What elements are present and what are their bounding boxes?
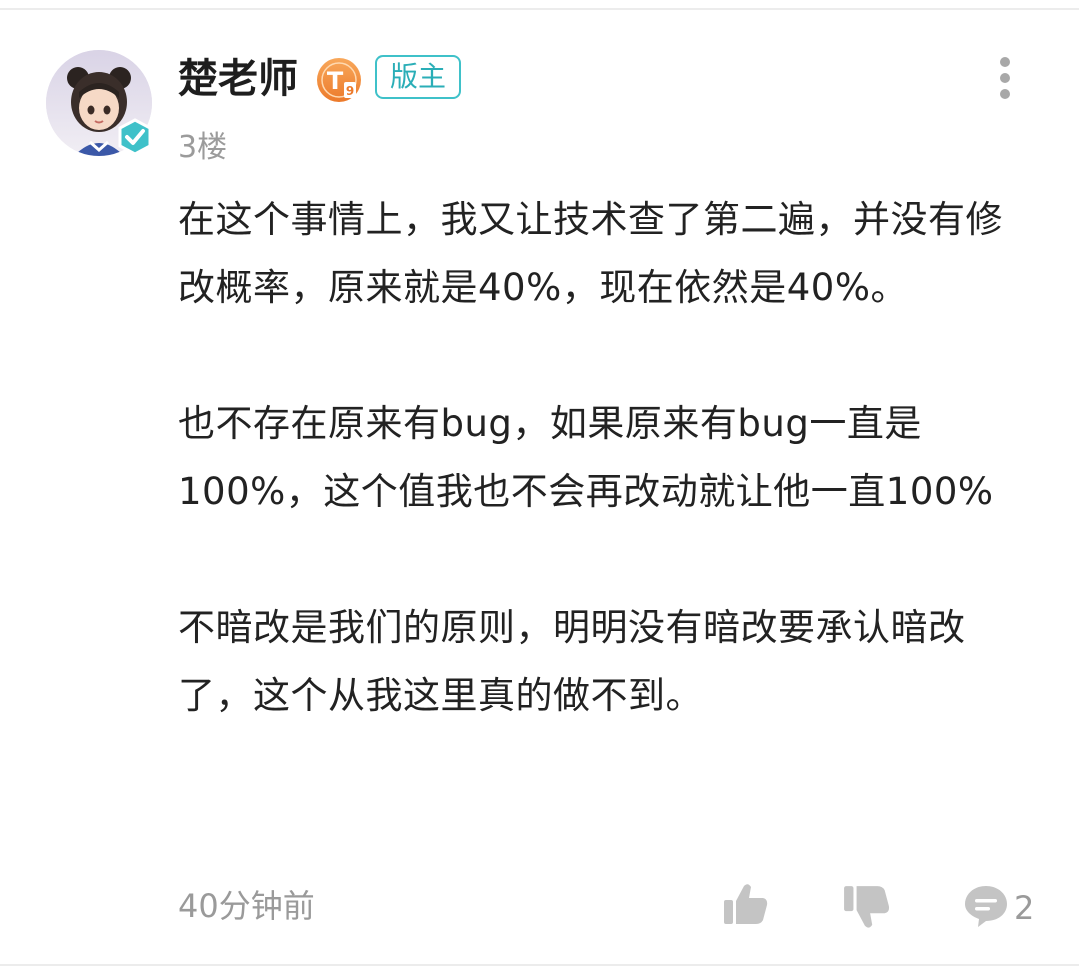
- moderator-badge: 版主: [375, 55, 461, 99]
- level-badge: T 9: [315, 56, 363, 104]
- thumbs-up-icon: [724, 884, 768, 924]
- dislike-button[interactable]: [842, 882, 892, 932]
- comment-paragraph: 不暗改是我们的原则，明明没有暗改要承认暗改了，这个从我这里真的做不到。: [178, 606, 966, 717]
- like-button[interactable]: [722, 880, 770, 928]
- level-badge-letter: T: [327, 67, 344, 95]
- level-badge-number: 9: [346, 84, 354, 98]
- avatar[interactable]: [46, 50, 152, 156]
- verified-check-icon: [118, 118, 152, 156]
- more-button[interactable]: [992, 54, 1018, 102]
- comment-body: 在这个事情上，我又让技术查了第二遍，并没有修改概率，原来就是40%，现在依然是4…: [178, 186, 1028, 798]
- reply-count: 2: [1014, 889, 1035, 927]
- author-name[interactable]: 楚老师: [178, 54, 298, 104]
- top-divider: [0, 8, 1079, 10]
- comment-card: 楚老师 T 9 版主 3楼 在这个事情上，我又让技术查了第二遍，并没有修改概率，…: [0, 0, 1079, 970]
- more-vertical-icon: [1000, 57, 1010, 99]
- floor-number: 3楼: [178, 130, 228, 165]
- post-time: 40分钟前: [178, 887, 315, 925]
- reply-button[interactable]: [962, 882, 1010, 930]
- thumbs-down-icon: [844, 886, 890, 928]
- comment-paragraph: 也不存在原来有bug，如果原来有bug一直是100%，这个值我也不会再改动就让他…: [178, 402, 994, 513]
- comment-paragraph: 在这个事情上，我又让技术查了第二遍，并没有修改概率，原来就是40%，现在依然是4…: [178, 198, 1003, 309]
- bottom-divider: [0, 964, 1079, 966]
- comment-bubble-icon: [965, 886, 1007, 927]
